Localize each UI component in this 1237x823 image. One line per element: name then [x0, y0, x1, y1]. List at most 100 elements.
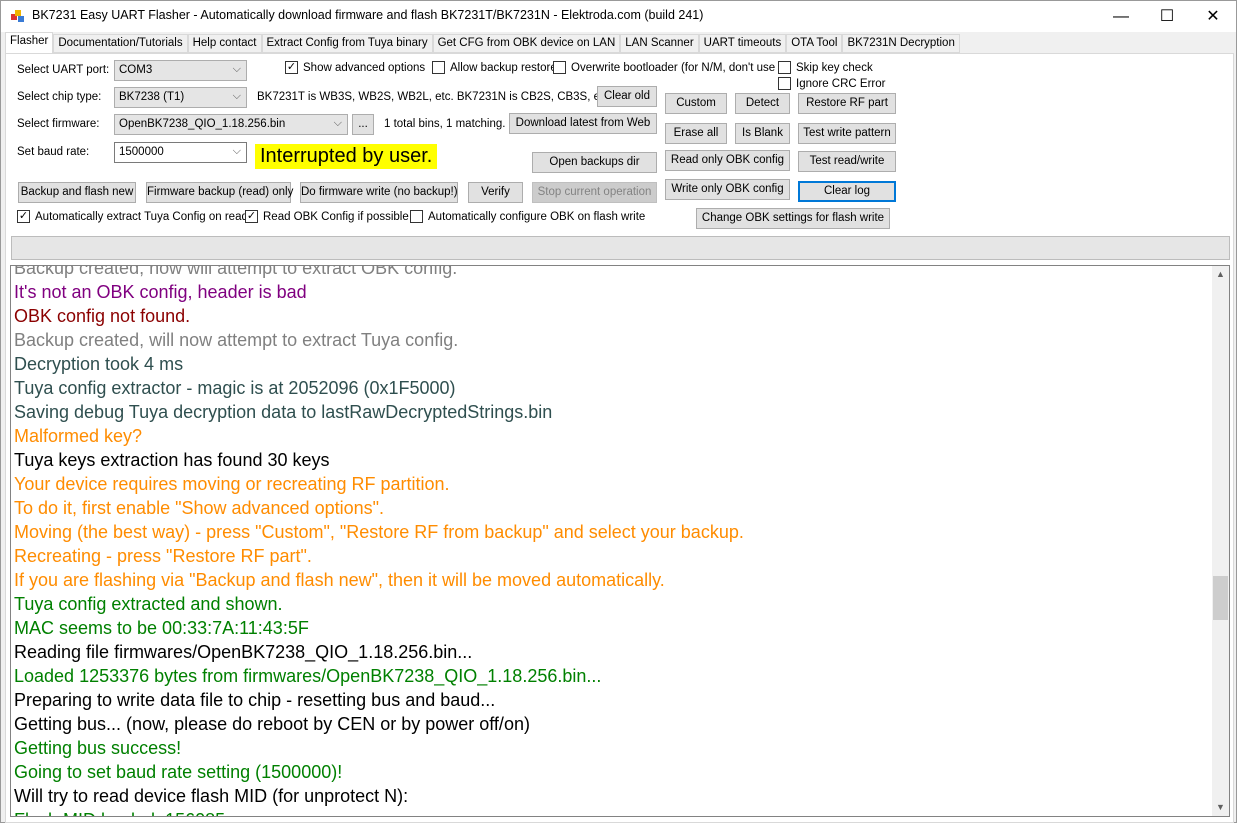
log-line: Reading file firmwares/OpenBK7238_QIO_1.… — [14, 642, 473, 662]
log-line: Backup created, now will attempt to extr… — [14, 265, 458, 278]
scroll-down-icon[interactable]: ▼ — [1212, 799, 1229, 816]
chip-hint: BK7231T is WB3S, WB2S, WB2L, etc. BK7231… — [257, 91, 609, 103]
tab-lan-scanner[interactable]: LAN Scanner — [620, 34, 699, 53]
chevron-down-icon: ⌵ — [232, 90, 241, 102]
skip-key-check-checkbox[interactable]: Skip key check — [778, 61, 873, 74]
tab-documentation[interactable]: Documentation/Tutorials — [53, 34, 188, 53]
scroll-up-icon[interactable]: ▲ — [1212, 266, 1229, 283]
firmware-write-button[interactable]: Do firmware write (no backup!) — [300, 182, 458, 203]
firmware-backup-button[interactable]: Firmware backup (read) only — [146, 182, 293, 203]
baud-rate-select[interactable]: 1500000 ⌵ — [114, 142, 247, 163]
bins-info: 1 total bins, 1 matching. — [384, 118, 506, 130]
backup-and-flash-button[interactable]: Backup and flash new — [18, 182, 136, 203]
log-line: To do it, first enable "Show advanced op… — [14, 498, 385, 518]
log-line: Flash MID loaded: 156085 — [14, 808, 744, 816]
log-line: Saving debug Tuya decryption data to las… — [14, 402, 553, 422]
log-line: Your device requires moving or recreatin… — [14, 474, 450, 494]
firmware-value: OpenBK7238_QIO_1.18.256.bin — [119, 118, 286, 130]
erase-all-button[interactable]: Erase all — [665, 123, 727, 144]
checkbox-icon — [778, 61, 791, 74]
firmware-select[interactable]: OpenBK7238_QIO_1.18.256.bin ⌵ — [114, 114, 348, 135]
log-line: OBK config not found. — [14, 306, 191, 326]
log-line: MAC seems to be 00:33:7A:11:43:5F — [14, 618, 309, 638]
tab-flasher[interactable]: Flasher — [5, 32, 54, 53]
chevron-down-icon: ⌵ — [232, 63, 241, 75]
checkbox-label: Read OBK Config if possible — [263, 210, 409, 223]
log-line: Recreating - press "Restore RF part". — [14, 546, 312, 566]
log-line: Getting bus... (now, please do reboot by… — [14, 714, 530, 734]
checkbox-label: Show advanced options — [303, 61, 426, 74]
checkbox-checked-icon: ✓ — [17, 210, 30, 223]
stop-operation-button[interactable]: Stop current operation — [532, 182, 657, 203]
maximize-button[interactable]: ☐ — [1144, 1, 1190, 32]
close-button[interactable]: ✕ — [1190, 1, 1236, 32]
show-advanced-checkbox[interactable]: ✓ Show advanced options — [285, 61, 425, 74]
checkbox-icon — [410, 210, 423, 223]
status-label: Interrupted by user. — [255, 144, 438, 169]
baud-label: Set baud rate: — [17, 146, 90, 158]
log-line: Malformed key? — [14, 426, 143, 446]
checkbox-checked-icon: ✓ — [285, 61, 298, 74]
log-line: Tuya keys extraction has found 30 keys — [14, 450, 330, 470]
verify-button[interactable]: Verify — [468, 182, 523, 203]
auto-configure-obk-checkbox[interactable]: Automatically configure OBK on flash wri… — [410, 210, 645, 223]
checkbox-label: Ignore CRC Error — [796, 77, 886, 90]
chip-label: Select chip type: — [17, 91, 102, 103]
progress-bar — [11, 236, 1230, 260]
log-line: Loaded 1253376 bytes from firmwares/Open… — [14, 666, 602, 686]
minimize-button[interactable]: — — [1098, 1, 1144, 32]
read-obk-config-checkbox[interactable]: ✓ Read OBK Config if possible — [245, 210, 409, 223]
checkbox-icon — [778, 77, 791, 90]
clear-log-button[interactable]: Clear log — [798, 181, 896, 202]
window-title: BK7231 Easy UART Flasher - Automatically… — [32, 8, 704, 22]
checkbox-checked-icon: ✓ — [245, 210, 258, 223]
checkbox-icon — [553, 61, 566, 74]
auto-extract-tuya-checkbox[interactable]: ✓ Automatically extract Tuya Config on re… — [17, 210, 248, 223]
browse-firmware-button[interactable]: ... — [352, 114, 374, 135]
tab-get-cfg[interactable]: Get CFG from OBK device on LAN — [432, 34, 621, 53]
test-read-write-button[interactable]: Test read/write — [798, 151, 896, 172]
log-line: Getting bus success! — [14, 738, 182, 758]
tab-ota-tool[interactable]: OTA Tool — [786, 34, 843, 53]
tab-uart-timeouts[interactable]: UART timeouts — [698, 34, 787, 53]
scrollbar-thumb[interactable] — [1213, 575, 1228, 620]
log-line: Moving (the best way) - press "Custom", … — [14, 522, 744, 542]
uart-port-value: COM3 — [119, 64, 153, 76]
restore-rf-button[interactable]: Restore RF part — [798, 93, 896, 114]
chip-type-select[interactable]: BK7238 (T1) ⌵ — [114, 87, 247, 108]
firmware-label: Select firmware: — [17, 118, 100, 130]
checkbox-icon — [432, 61, 445, 74]
tab-help-contact[interactable]: Help contact — [187, 34, 262, 53]
clear-old-button[interactable]: Clear old — [597, 86, 657, 107]
title-bar: BK7231 Easy UART Flasher - Automatically… — [1, 1, 1236, 32]
log-line: It's not an OBK config, header is bad — [14, 282, 307, 302]
log-line: Tuya config extractor - magic is at 2052… — [14, 378, 456, 398]
tab-bk7231n-decryption[interactable]: BK7231N Decryption — [842, 34, 960, 53]
log-box[interactable]: Backup created, now will attempt to extr… — [10, 265, 1230, 817]
ignore-crc-checkbox[interactable]: Ignore CRC Error — [778, 77, 885, 90]
log-line: Decryption took 4 ms — [14, 354, 184, 374]
tab-extract-config[interactable]: Extract Config from Tuya binary — [261, 34, 433, 53]
checkbox-label: Skip key check — [796, 61, 873, 74]
log-line: Preparing to write data file to chip - r… — [14, 690, 496, 710]
tab-bar: Flasher Documentation/Tutorials Help con… — [5, 32, 960, 53]
checkbox-label: Automatically configure OBK on flash wri… — [428, 210, 646, 223]
log-scrollbar[interactable]: ▲ ▼ — [1212, 266, 1229, 816]
chip-type-value: BK7238 (T1) — [119, 91, 185, 103]
allow-backup-restore-checkbox[interactable]: Allow backup restore — [432, 61, 557, 74]
test-write-pattern-button[interactable]: Test write pattern — [798, 123, 896, 144]
write-obk-config-button[interactable]: Write only OBK config — [665, 179, 790, 200]
detect-button[interactable]: Detect — [735, 93, 790, 114]
download-latest-button[interactable]: Download latest from Web — [509, 113, 657, 134]
log-lines: Backup created, now will attempt to extr… — [14, 265, 744, 816]
overwrite-bootloader-checkbox[interactable]: Overwrite bootloader (for N/M, don't use… — [553, 61, 788, 74]
custom-button[interactable]: Custom — [665, 93, 727, 114]
checkbox-label: Overwrite bootloader (for N/M, don't use… — [571, 61, 788, 74]
checkbox-label: Allow backup restore — [450, 61, 557, 74]
is-blank-button[interactable]: Is Blank — [735, 123, 790, 144]
checkbox-label: Automatically extract Tuya Config on rea… — [35, 210, 248, 223]
read-obk-config-button[interactable]: Read only OBK config — [665, 150, 790, 171]
change-obk-settings-button[interactable]: Change OBK settings for flash write — [696, 208, 890, 229]
open-backups-dir-button[interactable]: Open backups dir — [532, 152, 657, 173]
uart-port-select[interactable]: COM3 ⌵ — [114, 60, 247, 81]
